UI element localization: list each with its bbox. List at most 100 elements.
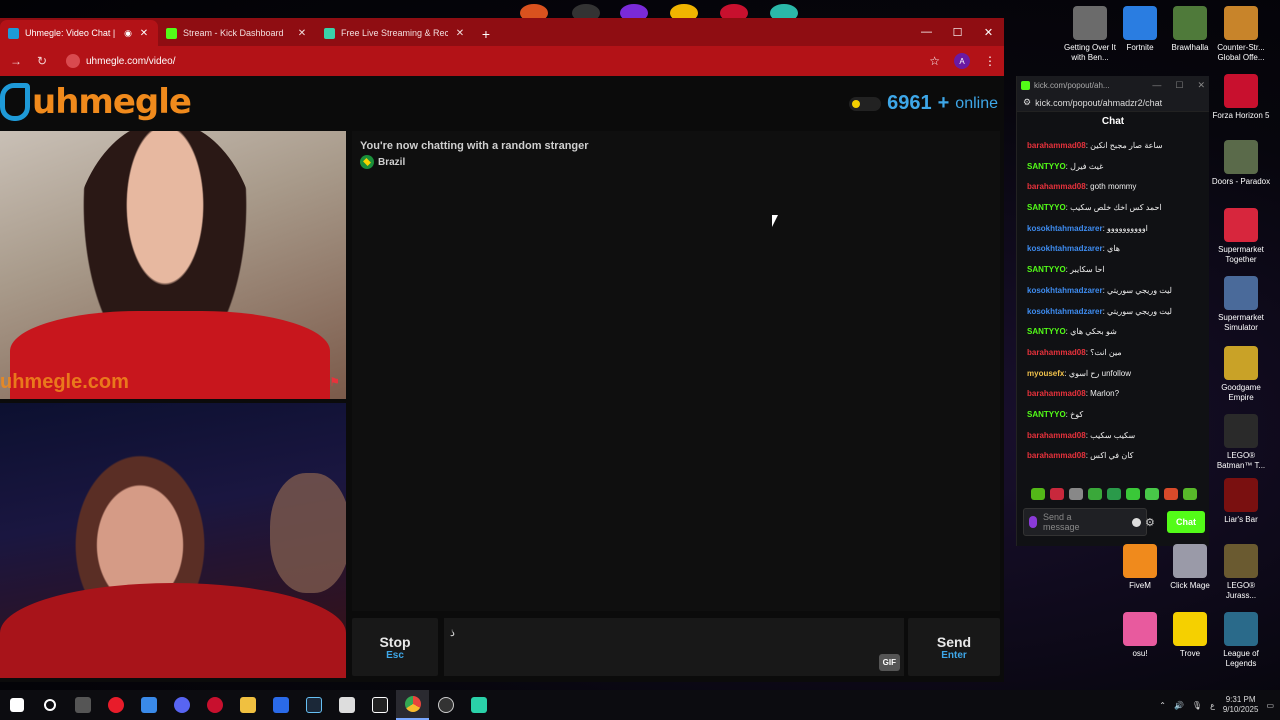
online-plus: + (937, 92, 950, 114)
chat-username[interactable]: kosokhtahmadzarer (1027, 307, 1103, 316)
emote-icon[interactable] (1145, 488, 1159, 500)
message-input-value: ذ (450, 627, 455, 639)
chat-username[interactable]: myousefx (1027, 369, 1064, 378)
emote-icon[interactable] (1107, 488, 1121, 500)
clock[interactable]: 9:31 PM 9/10/2025 (1223, 695, 1259, 715)
forward-icon[interactable]: → (8, 54, 24, 68)
chat-username[interactable]: SANTYYO (1027, 265, 1066, 274)
desktop-icon[interactable]: Goodgame Empire (1211, 346, 1271, 403)
chat-username[interactable]: SANTYYO (1027, 327, 1066, 336)
menu-kebab-icon[interactable]: ⋮ (984, 54, 996, 68)
bookmark-star-icon[interactable]: ☆ (929, 54, 940, 68)
emoji-icon[interactable] (1132, 517, 1141, 527)
close-window-icon[interactable]: ✕ (973, 18, 1004, 46)
taskbar-app-active[interactable] (396, 690, 429, 720)
desktop-icon[interactable]: Forza Horizon 5 (1211, 74, 1271, 121)
taskbar-app[interactable] (132, 690, 165, 720)
desktop-icon[interactable]: League of Legends (1211, 612, 1271, 669)
desktop-icon[interactable]: LEGO® Batman™ T... (1211, 414, 1271, 471)
tab-kick-dashboard[interactable]: Stream - Kick Dashboard ✕ (158, 20, 316, 46)
chat-username[interactable]: barahammad08 (1027, 348, 1086, 357)
taskbar-app[interactable] (462, 690, 495, 720)
chat-username[interactable]: kosokhtahmadzarer (1027, 224, 1103, 233)
notification-icon[interactable]: ▭ (1266, 701, 1274, 710)
emote-icon[interactable] (1183, 488, 1197, 500)
new-tab-button[interactable]: + (474, 22, 498, 46)
desktop-icon[interactable]: Counter-Str... Global Offe... (1211, 6, 1271, 63)
profile-avatar[interactable]: A (954, 53, 970, 69)
chat-username[interactable]: SANTYYO (1027, 162, 1066, 171)
message-input[interactable]: ذ GIF (444, 618, 904, 676)
store-icon (272, 697, 289, 713)
theme-toggle[interactable] (849, 96, 882, 111)
taskbar-app[interactable] (231, 690, 264, 720)
speaker-icon[interactable]: 🔊 (1174, 701, 1184, 710)
chat-username[interactable]: barahammad08 (1027, 431, 1086, 440)
taskbar-app[interactable] (264, 690, 297, 720)
close-tab-icon[interactable]: ✕ (296, 28, 308, 39)
taskbar-app[interactable] (429, 690, 462, 720)
taskbar-app[interactable] (165, 690, 198, 720)
taskbar-app[interactable] (66, 690, 99, 720)
online-label: online (955, 94, 998, 112)
chat-username[interactable]: SANTYYO (1027, 203, 1066, 212)
chat-username[interactable]: kosokhtahmadzarer (1027, 286, 1103, 295)
gif-button[interactable]: GIF (878, 654, 900, 671)
taskbar-app[interactable] (198, 690, 231, 720)
chat-username[interactable]: SANTYYO (1027, 410, 1066, 419)
desktop-app-icon (1173, 6, 1207, 40)
desktop-app-icon (1224, 74, 1258, 108)
reload-icon[interactable]: ↻ (34, 54, 50, 68)
taskbar-app[interactable] (297, 690, 330, 720)
taskbar-app[interactable] (99, 690, 132, 720)
emote-icon[interactable] (1050, 488, 1064, 500)
microphone-icon[interactable]: 🎙 (1192, 701, 1202, 710)
chat-username[interactable]: barahammad08 (1027, 389, 1086, 398)
desktop-icon[interactable]: Doors - Paradox (1211, 140, 1271, 187)
chat-username[interactable]: barahammad08 (1027, 451, 1086, 460)
address-bar[interactable]: uhmegle.com/video/ (60, 54, 919, 68)
desktop-icon[interactable]: LEGO® Jurass... (1211, 544, 1271, 601)
tab-streaming[interactable]: Free Live Streaming & Recordin ✕ (316, 20, 474, 46)
start-button[interactable] (0, 690, 33, 720)
minimize-icon[interactable]: — (1152, 80, 1161, 91)
taskbar-app[interactable] (330, 690, 363, 720)
emote-icon[interactable] (1069, 488, 1083, 500)
desktop-icon[interactable]: Liar's Bar (1211, 478, 1271, 525)
mic-icon[interactable] (1029, 516, 1037, 528)
emote-icon[interactable] (1126, 488, 1140, 500)
kick-chat-message: barahammad08: كان في اكس (1027, 446, 1199, 467)
tab-uhmegle[interactable]: Uhmegle: Video Chat | Om ◉ ✕ (0, 20, 158, 46)
close-tab-icon[interactable]: ✕ (454, 28, 466, 39)
desktop-icon[interactable]: Supermarket Simulator (1211, 276, 1271, 333)
chat-settings-icon[interactable]: ⚙ (1145, 516, 1155, 529)
chat-username[interactable]: barahammad08 (1027, 141, 1086, 150)
send-button[interactable]: Send Enter (908, 618, 1000, 676)
chat-text: ليت وريجي سوريتي (1107, 285, 1172, 295)
kick-address-bar[interactable]: ⚙ kick.com/popout/ahmadzr2/chat (1017, 94, 1209, 112)
kick-chat-button[interactable]: Chat (1167, 511, 1205, 533)
close-window-icon[interactable]: ✕ (1197, 80, 1205, 91)
stop-button[interactable]: Stop Esc (352, 618, 438, 676)
language-indicator[interactable]: ع (1210, 701, 1215, 710)
chat-username[interactable]: kosokhtahmadzarer (1027, 244, 1103, 253)
report-flag-icon[interactable]: ⚑ (329, 375, 340, 389)
kick-message-input[interactable]: Send a message (1023, 508, 1147, 536)
uhmegle-logo[interactable]: uhmegle (0, 82, 192, 122)
maximize-icon[interactable]: ☐ (1175, 80, 1183, 91)
site-settings-icon[interactable]: ⚙ (1023, 97, 1031, 108)
desktop-icon[interactable]: Supermarket Together (1211, 208, 1271, 265)
taskbar-app[interactable] (363, 690, 396, 720)
emote-icon[interactable] (1164, 488, 1178, 500)
emote-icon[interactable] (1088, 488, 1102, 500)
chevron-up-icon[interactable]: ⌃ (1159, 701, 1166, 710)
logo-mark-icon (0, 83, 30, 121)
site-info-icon[interactable] (66, 54, 80, 68)
maximize-icon[interactable]: ☐ (942, 18, 973, 46)
kick-chat-message: SANTYYO: غيث فيرل (1027, 157, 1199, 178)
close-tab-icon[interactable]: ✕ (138, 28, 150, 39)
minimize-icon[interactable]: — (911, 18, 942, 46)
emote-icon[interactable] (1031, 488, 1045, 500)
search-button[interactable] (33, 690, 66, 720)
chat-username[interactable]: barahammad08 (1027, 182, 1086, 191)
